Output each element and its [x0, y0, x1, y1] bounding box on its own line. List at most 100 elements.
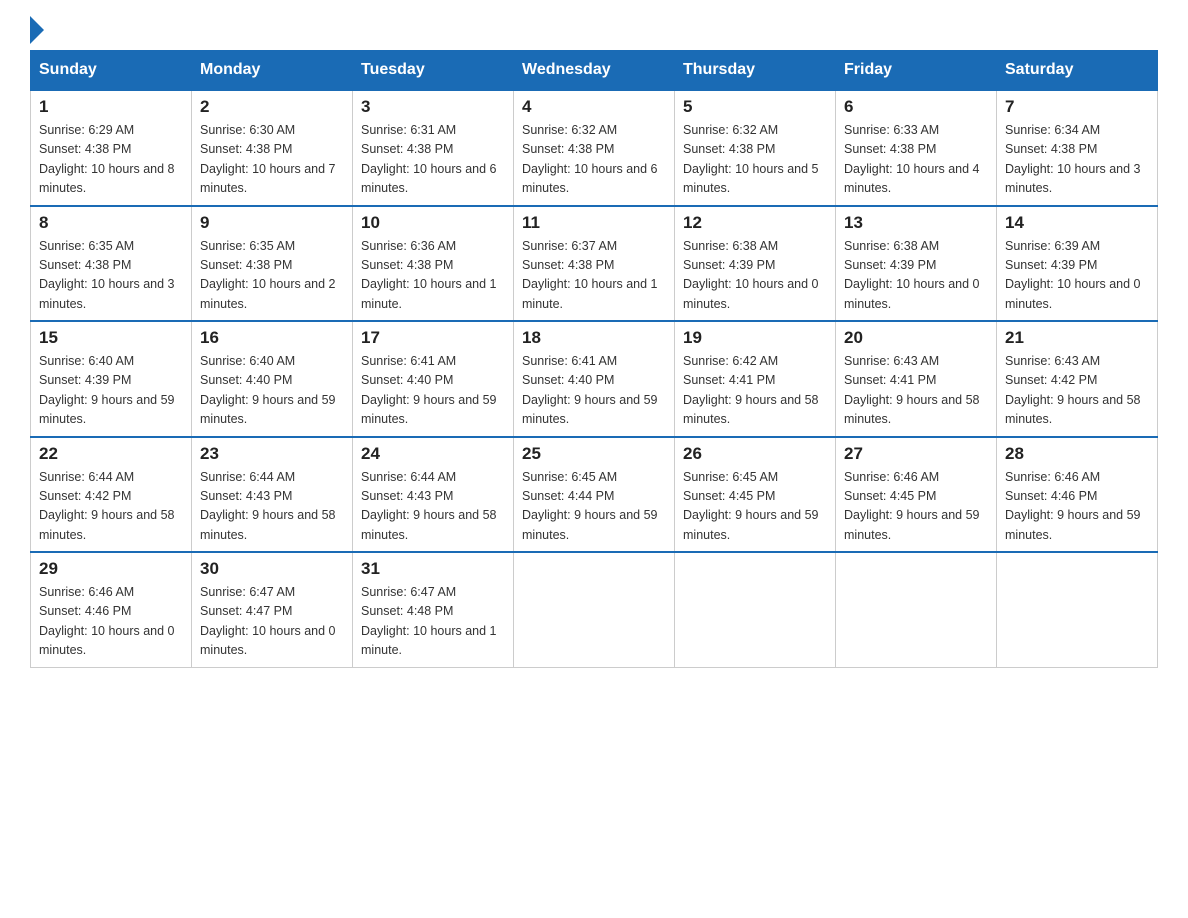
calendar-cell: 22Sunrise: 6:44 AMSunset: 4:42 PMDayligh…	[31, 437, 192, 553]
weekday-header-sunday: Sunday	[31, 51, 192, 91]
day-number: 15	[39, 328, 183, 348]
day-info: Sunrise: 6:39 AMSunset: 4:39 PMDaylight:…	[1005, 237, 1149, 315]
day-number: 28	[1005, 444, 1149, 464]
logo	[30, 20, 44, 40]
day-info: Sunrise: 6:40 AMSunset: 4:40 PMDaylight:…	[200, 352, 344, 430]
calendar-cell: 4 Sunrise: 6:32 AMSunset: 4:38 PMDaylight…	[514, 90, 675, 206]
calendar-cell: 19Sunrise: 6:42 AMSunset: 4:41 PMDayligh…	[675, 321, 836, 437]
day-info: Sunrise: 6:40 AMSunset: 4:39 PMDaylight:…	[39, 352, 183, 430]
day-info: Sunrise: 6:36 AMSunset: 4:38 PMDaylight:…	[361, 237, 505, 315]
day-info: Sunrise: 6:32 AMSunset: 4:38 PMDaylight:…	[522, 121, 666, 199]
weekday-header-row: SundayMondayTuesdayWednesdayThursdayFrid…	[31, 51, 1158, 91]
calendar-cell: 27 Sunrise: 6:46 AMSunset: 4:45 PMDayligh…	[836, 437, 997, 553]
day-info: Sunrise: 6:35 AMSunset: 4:38 PMDaylight:…	[39, 237, 183, 315]
calendar-week-row: 29 Sunrise: 6:46 AMSunset: 4:46 PMDayligh…	[31, 552, 1158, 667]
day-info: Sunrise: 6:33 AMSunset: 4:38 PMDaylight:…	[844, 121, 988, 199]
calendar-cell: 23 Sunrise: 6:44 AMSunset: 4:43 PMDayligh…	[192, 437, 353, 553]
day-number: 1	[39, 97, 183, 117]
day-info: Sunrise: 6:38 AMSunset: 4:39 PMDaylight:…	[683, 237, 827, 315]
day-number: 21	[1005, 328, 1149, 348]
day-number: 27	[844, 444, 988, 464]
calendar-cell: 29 Sunrise: 6:46 AMSunset: 4:46 PMDayligh…	[31, 552, 192, 667]
day-number: 26	[683, 444, 827, 464]
weekday-header-friday: Friday	[836, 51, 997, 91]
day-number: 12	[683, 213, 827, 233]
day-number: 29	[39, 559, 183, 579]
calendar-cell: 6 Sunrise: 6:33 AMSunset: 4:38 PMDaylight…	[836, 90, 997, 206]
calendar-cell: 28 Sunrise: 6:46 AMSunset: 4:46 PMDayligh…	[997, 437, 1158, 553]
weekday-header-tuesday: Tuesday	[353, 51, 514, 91]
calendar-cell: 18 Sunrise: 6:41 AMSunset: 4:40 PMDayligh…	[514, 321, 675, 437]
calendar-cell: 15 Sunrise: 6:40 AMSunset: 4:39 PMDayligh…	[31, 321, 192, 437]
calendar-cell: 7Sunrise: 6:34 AMSunset: 4:38 PMDaylight…	[997, 90, 1158, 206]
day-info: Sunrise: 6:44 AMSunset: 4:43 PMDaylight:…	[361, 468, 505, 546]
day-info: Sunrise: 6:37 AMSunset: 4:38 PMDaylight:…	[522, 237, 666, 315]
calendar-cell: 11 Sunrise: 6:37 AMSunset: 4:38 PMDayligh…	[514, 206, 675, 322]
day-info: Sunrise: 6:31 AMSunset: 4:38 PMDaylight:…	[361, 121, 505, 199]
day-number: 14	[1005, 213, 1149, 233]
day-number: 11	[522, 213, 666, 233]
day-info: Sunrise: 6:32 AMSunset: 4:38 PMDaylight:…	[683, 121, 827, 199]
calendar-week-row: 15 Sunrise: 6:40 AMSunset: 4:39 PMDayligh…	[31, 321, 1158, 437]
day-number: 17	[361, 328, 505, 348]
day-number: 9	[200, 213, 344, 233]
day-number: 10	[361, 213, 505, 233]
calendar-cell	[514, 552, 675, 667]
calendar-week-row: 8Sunrise: 6:35 AMSunset: 4:38 PMDaylight…	[31, 206, 1158, 322]
day-info: Sunrise: 6:45 AMSunset: 4:44 PMDaylight:…	[522, 468, 666, 546]
calendar-cell: 17 Sunrise: 6:41 AMSunset: 4:40 PMDayligh…	[353, 321, 514, 437]
calendar-cell	[836, 552, 997, 667]
calendar-cell: 9 Sunrise: 6:35 AMSunset: 4:38 PMDaylight…	[192, 206, 353, 322]
day-number: 23	[200, 444, 344, 464]
day-number: 18	[522, 328, 666, 348]
day-number: 4	[522, 97, 666, 117]
calendar-cell: 16Sunrise: 6:40 AMSunset: 4:40 PMDayligh…	[192, 321, 353, 437]
day-info: Sunrise: 6:47 AMSunset: 4:47 PMDaylight:…	[200, 583, 344, 661]
calendar-cell: 20Sunrise: 6:43 AMSunset: 4:41 PMDayligh…	[836, 321, 997, 437]
page-header	[30, 20, 1158, 40]
day-info: Sunrise: 6:41 AMSunset: 4:40 PMDaylight:…	[522, 352, 666, 430]
calendar-cell: 31Sunrise: 6:47 AMSunset: 4:48 PMDayligh…	[353, 552, 514, 667]
day-number: 31	[361, 559, 505, 579]
day-info: Sunrise: 6:41 AMSunset: 4:40 PMDaylight:…	[361, 352, 505, 430]
calendar-cell: 26Sunrise: 6:45 AMSunset: 4:45 PMDayligh…	[675, 437, 836, 553]
day-info: Sunrise: 6:46 AMSunset: 4:46 PMDaylight:…	[1005, 468, 1149, 546]
day-info: Sunrise: 6:42 AMSunset: 4:41 PMDaylight:…	[683, 352, 827, 430]
calendar-cell	[997, 552, 1158, 667]
calendar-cell	[675, 552, 836, 667]
calendar-cell: 25 Sunrise: 6:45 AMSunset: 4:44 PMDayligh…	[514, 437, 675, 553]
day-number: 22	[39, 444, 183, 464]
day-number: 7	[1005, 97, 1149, 117]
calendar-cell: 14 Sunrise: 6:39 AMSunset: 4:39 PMDayligh…	[997, 206, 1158, 322]
weekday-header-saturday: Saturday	[997, 51, 1158, 91]
weekday-header-monday: Monday	[192, 51, 353, 91]
calendar-cell: 3Sunrise: 6:31 AMSunset: 4:38 PMDaylight…	[353, 90, 514, 206]
day-info: Sunrise: 6:44 AMSunset: 4:43 PMDaylight:…	[200, 468, 344, 546]
calendar-cell: 10 Sunrise: 6:36 AMSunset: 4:38 PMDayligh…	[353, 206, 514, 322]
calendar-cell: 2 Sunrise: 6:30 AMSunset: 4:38 PMDaylight…	[192, 90, 353, 206]
calendar-table: SundayMondayTuesdayWednesdayThursdayFrid…	[30, 50, 1158, 668]
day-number: 6	[844, 97, 988, 117]
calendar-cell: 8Sunrise: 6:35 AMSunset: 4:38 PMDaylight…	[31, 206, 192, 322]
day-info: Sunrise: 6:43 AMSunset: 4:42 PMDaylight:…	[1005, 352, 1149, 430]
day-info: Sunrise: 6:46 AMSunset: 4:45 PMDaylight:…	[844, 468, 988, 546]
weekday-header-wednesday: Wednesday	[514, 51, 675, 91]
calendar-cell: 24Sunrise: 6:44 AMSunset: 4:43 PMDayligh…	[353, 437, 514, 553]
day-number: 2	[200, 97, 344, 117]
day-number: 25	[522, 444, 666, 464]
weekday-header-thursday: Thursday	[675, 51, 836, 91]
calendar-week-row: 1Sunrise: 6:29 AMSunset: 4:38 PMDaylight…	[31, 90, 1158, 206]
day-info: Sunrise: 6:46 AMSunset: 4:46 PMDaylight:…	[39, 583, 183, 661]
day-number: 30	[200, 559, 344, 579]
day-info: Sunrise: 6:43 AMSunset: 4:41 PMDaylight:…	[844, 352, 988, 430]
calendar-cell: 5 Sunrise: 6:32 AMSunset: 4:38 PMDaylight…	[675, 90, 836, 206]
day-info: Sunrise: 6:38 AMSunset: 4:39 PMDaylight:…	[844, 237, 988, 315]
calendar-week-row: 22Sunrise: 6:44 AMSunset: 4:42 PMDayligh…	[31, 437, 1158, 553]
calendar-cell: 30 Sunrise: 6:47 AMSunset: 4:47 PMDayligh…	[192, 552, 353, 667]
logo-triangle-icon	[30, 16, 44, 44]
day-info: Sunrise: 6:35 AMSunset: 4:38 PMDaylight:…	[200, 237, 344, 315]
calendar-cell: 12 Sunrise: 6:38 AMSunset: 4:39 PMDayligh…	[675, 206, 836, 322]
day-info: Sunrise: 6:30 AMSunset: 4:38 PMDaylight:…	[200, 121, 344, 199]
day-number: 5	[683, 97, 827, 117]
calendar-cell: 21 Sunrise: 6:43 AMSunset: 4:42 PMDayligh…	[997, 321, 1158, 437]
